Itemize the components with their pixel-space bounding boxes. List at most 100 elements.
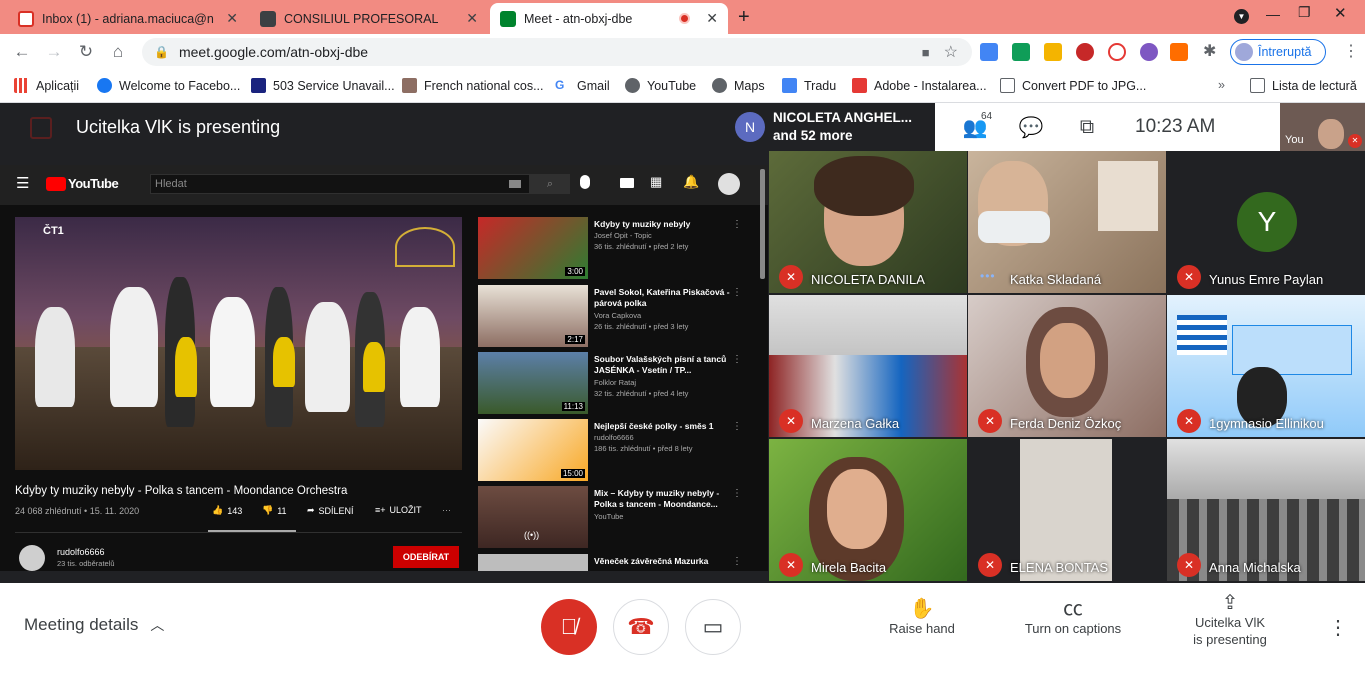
leave-call-button[interactable]: ☎ [613, 599, 669, 655]
chat-icon[interactable]: 💬 [1003, 115, 1059, 140]
presenting-button[interactable]: ⇪ Ucitelka VlK is presenting [1175, 593, 1285, 648]
meeting-controls: Meeting details ︿ 🎙̸ ☎ ▭ ✋ Raise hand ㏄ Tu… [0, 583, 1365, 678]
recommendation-item[interactable]: 3:00 Kdyby ty muziky nebyly Josef Opit -… [478, 217, 758, 279]
self-view[interactable]: You ✕ [1280, 103, 1365, 151]
participant-tile[interactable]: ✕ ELENA BONTAS [968, 439, 1166, 581]
bookmark-french[interactable]: French national cos... [402, 78, 544, 93]
video-player[interactable]: ČT1 [15, 217, 462, 470]
more-icon[interactable]: ⋮ [732, 421, 742, 432]
scrollbar[interactable] [760, 169, 765, 279]
shield-extension-icon[interactable] [1044, 43, 1062, 61]
bookmark-youtube[interactable]: YouTube [625, 78, 696, 93]
chart-extension-icon[interactable] [1108, 43, 1126, 61]
hamburger-icon[interactable]: ☰ [16, 174, 29, 192]
activities-icon[interactable]: ⧉ [1059, 116, 1115, 139]
close-icon[interactable]: ✕ [226, 10, 238, 27]
camera-toggle-button[interactable]: ▭ [685, 599, 741, 655]
sheets-extension-icon[interactable] [1012, 43, 1030, 61]
tab-consiliul[interactable]: CONSILIUL PROFESORAL ✕ [250, 3, 488, 34]
avatar: N [735, 112, 765, 142]
menu-icon[interactable]: ⋮ [1343, 41, 1359, 61]
people-icon[interactable]: 👥 64 [947, 111, 1003, 140]
recommendation-item[interactable]: 2:17 Pavel Sokol, Kateřina Piskačová - p… [478, 285, 758, 347]
apple-extension-icon[interactable] [1076, 43, 1094, 61]
recommendation-item[interactable]: Věneček závěrečná Mazurka ⋮ [478, 554, 758, 571]
bookmark-convert[interactable]: Convert PDF to JPG... [1000, 78, 1146, 93]
bell-icon[interactable]: 🔔 [683, 174, 699, 190]
mic-off-icon: ✕ [779, 553, 803, 577]
duration: 15:00 [560, 469, 585, 478]
close-icon[interactable]: ✕ [466, 10, 478, 27]
profile-button[interactable]: Întreruptă [1230, 39, 1326, 65]
avatar[interactable] [718, 173, 740, 195]
puzzle-color-extension-icon[interactable] [1140, 43, 1158, 61]
share-button[interactable]: ➦ SDÍLENÍ [307, 505, 354, 516]
bookmark-503[interactable]: 503 Service Unavail... [251, 78, 395, 93]
recommendation-item[interactable]: 11:13 Soubor Valašských písní a tanců JA… [478, 352, 758, 414]
youtube-search-input[interactable]: Hledat [150, 174, 530, 194]
participant-tile[interactable]: ✕ Marzena Gałka [769, 295, 967, 437]
address-bar[interactable]: 🔒 meet.google.com/atn-obxj-dbe ■ ☆ [142, 38, 972, 66]
mic-toggle-button[interactable]: 🎙̸ [541, 599, 597, 655]
subscribe-button[interactable]: ODEBÍRAT [393, 546, 459, 568]
more-icon[interactable]: ⋮ [732, 556, 742, 567]
more-icon[interactable]: ··· [442, 505, 451, 515]
keyboard-icon[interactable] [509, 180, 521, 188]
more-icon[interactable]: ⋮ [732, 219, 742, 230]
youtube-logo[interactable]: YouTube [68, 176, 119, 191]
captions-button[interactable]: ㏄ Turn on captions [1015, 599, 1131, 637]
participants-chip[interactable]: N NICOLETA ANGHEL... and 52 more [727, 103, 935, 151]
participant-tile[interactable]: ✕ Ferda Deniz Özkoç [968, 295, 1166, 437]
avatar[interactable] [19, 545, 45, 571]
more-icon[interactable]: ⋮ [732, 488, 742, 499]
tab-inbox[interactable]: Inbox (1) - adriana.maciuca@nifv ✕ [8, 3, 248, 34]
forward-icon[interactable]: → [42, 40, 66, 64]
translate-extension-icon[interactable] [980, 43, 998, 61]
more-icon[interactable]: ⋮ [732, 287, 742, 298]
channel-name[interactable]: rudolfo6666 [57, 547, 105, 557]
extensions-icon[interactable]: ✱ [1203, 41, 1216, 61]
participant-tile[interactable]: ••• Katka Skladaná [968, 151, 1166, 293]
new-tab-icon[interactable]: + [738, 6, 750, 29]
minimize-icon[interactable]: — [1266, 6, 1280, 22]
create-video-icon[interactable] [620, 178, 634, 188]
tab-meet[interactable]: Meet - atn-obxj-dbe ✕ [490, 3, 728, 34]
more-options-icon[interactable]: ⋮ [1328, 615, 1348, 640]
participant-tile[interactable]: ✕ Anna Michalska [1167, 439, 1365, 581]
restore-icon[interactable]: ❐ [1298, 4, 1311, 21]
window-close-icon[interactable]: ✕ [1334, 4, 1347, 22]
more-icon[interactable]: ⋮ [732, 354, 742, 365]
bookmark-maps[interactable]: Maps [712, 78, 765, 93]
participant-tile[interactable]: ✕ NICOLETA DANILA [769, 151, 967, 293]
back-icon[interactable]: ← [10, 40, 34, 64]
bookmark-gmail[interactable]: G Gmail [555, 78, 610, 93]
dancer [363, 342, 385, 392]
like-button[interactable]: 👍 143 [212, 505, 242, 516]
bookmark-adobe[interactable]: Adobe - Instalarea... [852, 78, 987, 93]
camera-icon[interactable]: ■ [922, 45, 930, 60]
participant-more: and 52 more [773, 128, 853, 143]
close-icon[interactable]: ✕ [706, 10, 718, 27]
more-bookmarks-icon[interactable]: » [1218, 78, 1225, 92]
home-icon[interactable]: ⌂ [106, 40, 130, 64]
meeting-details-button[interactable]: Meeting details ︿ [24, 615, 164, 635]
tab-search-icon[interactable]: ▼ [1234, 9, 1249, 24]
recommendation-item[interactable]: 15:00 Nejlepší české polky - směs 1 rudo… [478, 419, 758, 481]
star-icon[interactable]: ☆ [944, 42, 958, 62]
raise-hand-button[interactable]: ✋ Raise hand [880, 599, 964, 637]
recommendation-item[interactable]: ((•)) Mix – Kdyby ty muziky nebyly - Pol… [478, 486, 758, 548]
new-extension-icon[interactable] [1170, 43, 1188, 61]
save-button[interactable]: ≡+ ULOŽIT [375, 505, 422, 515]
mic-icon[interactable] [580, 175, 590, 189]
search-icon[interactable]: ⌕ [530, 174, 570, 194]
participant-tile[interactable]: ✕ 1gymnasio Ellinikou [1167, 295, 1365, 437]
participant-tile[interactable]: ✕ Mirela Bacita [769, 439, 967, 581]
participant-tile[interactable]: Y ✕ Yunus Emre Paylan [1167, 151, 1365, 293]
reading-list[interactable]: Lista de lectură [1250, 78, 1357, 93]
apps-grid-icon[interactable]: ▦ [650, 174, 662, 190]
bookmark-facebook[interactable]: Welcome to Facebo... [97, 78, 240, 93]
reload-icon[interactable]: ↻ [74, 40, 98, 64]
bookmark-tradu[interactable]: Tradu [782, 78, 836, 93]
dislike-button[interactable]: 👎 11 [262, 505, 287, 516]
bookmark-apps[interactable]: Aplicații [14, 78, 79, 93]
